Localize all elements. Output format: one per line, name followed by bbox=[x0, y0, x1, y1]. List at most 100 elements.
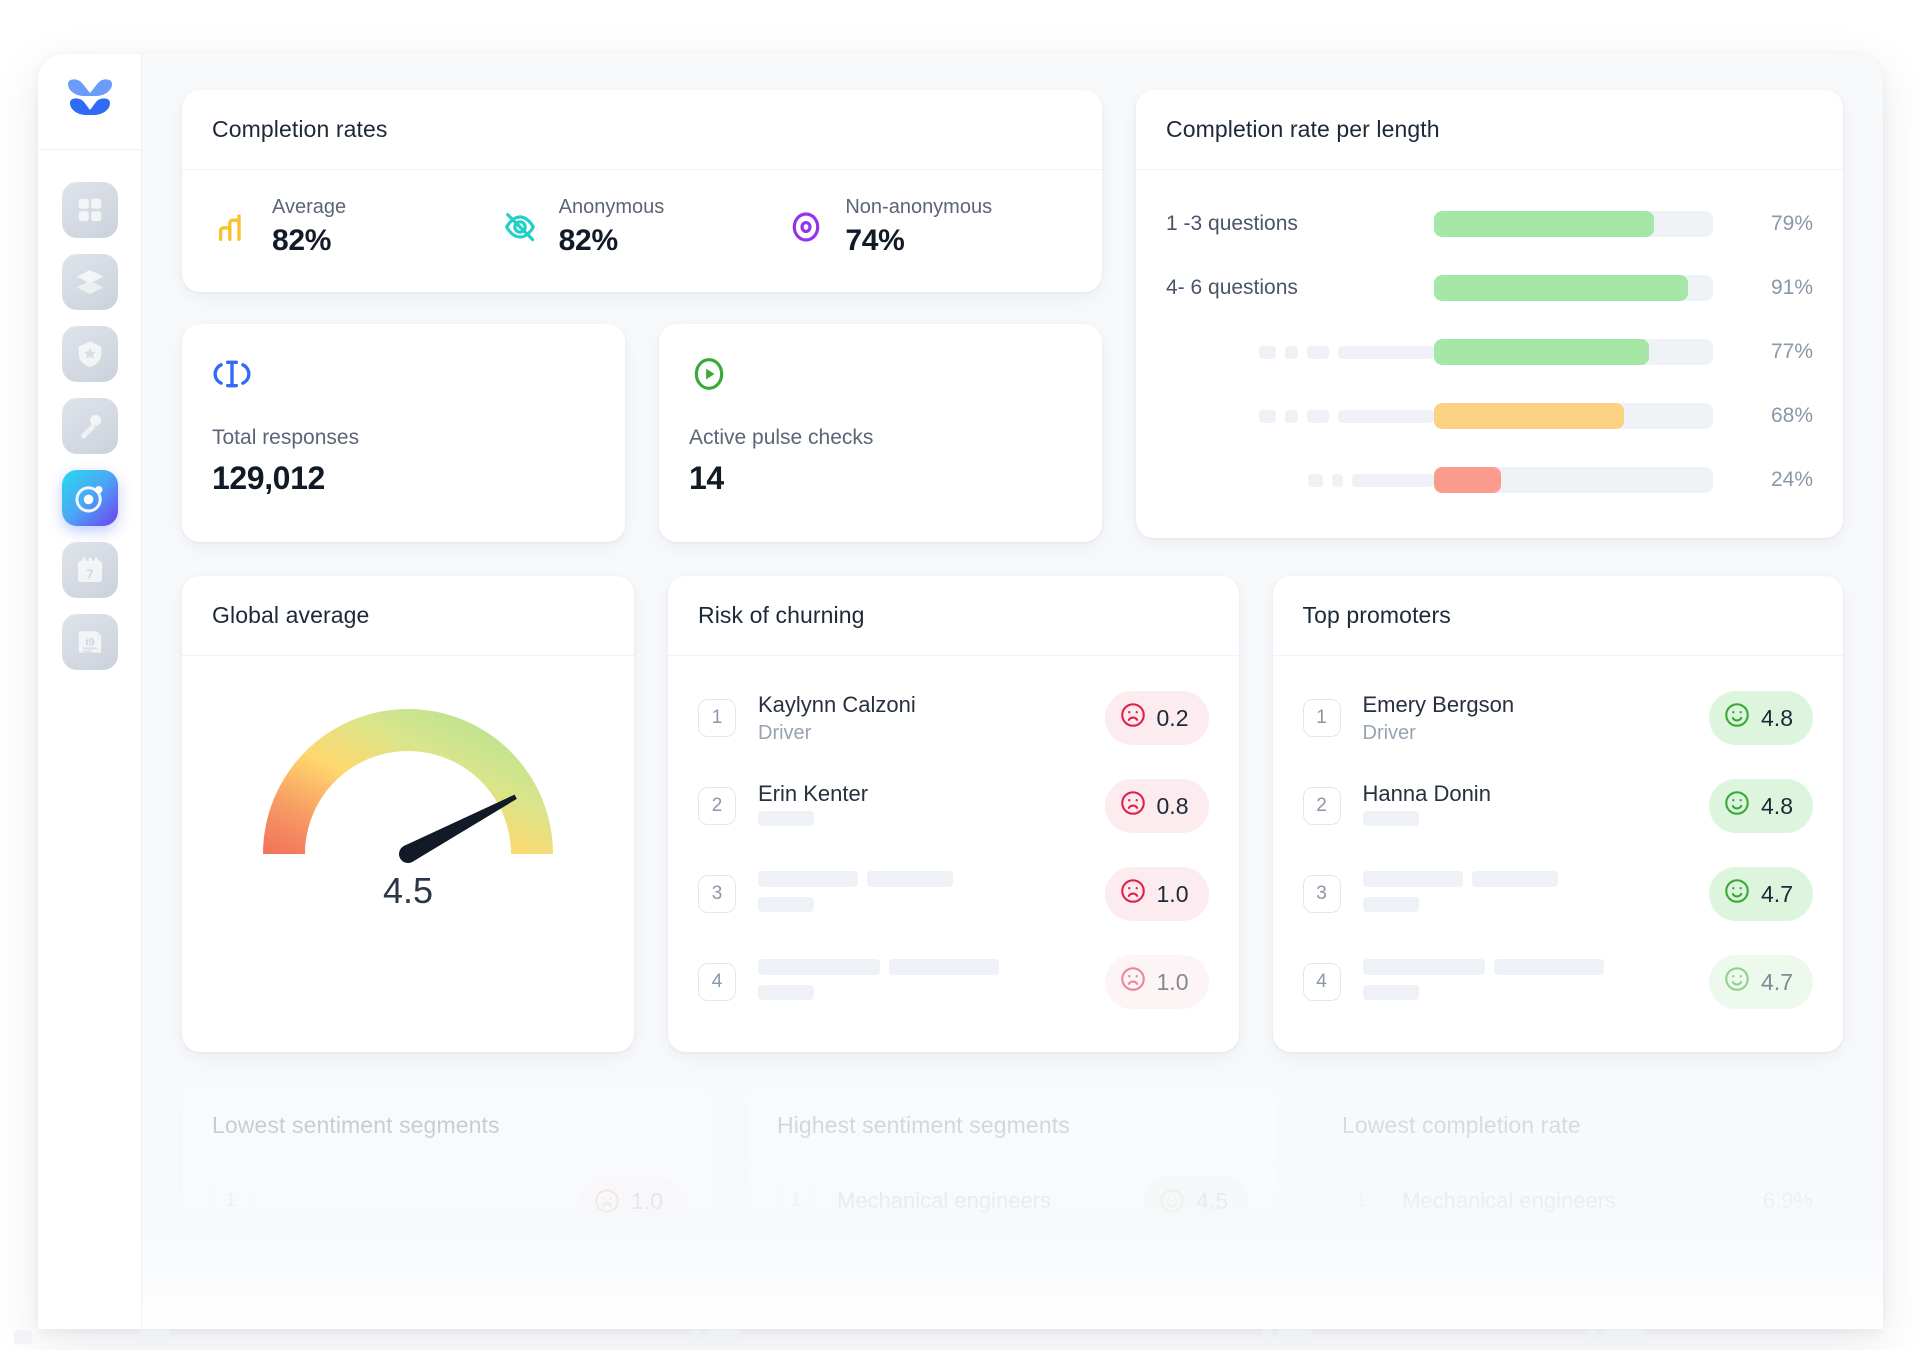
butterfly-logo-icon bbox=[64, 79, 116, 125]
left-column: Completion rates bbox=[182, 90, 1102, 542]
smiley-face-icon bbox=[1723, 701, 1751, 735]
pulse-radar-icon bbox=[73, 481, 107, 515]
sidebar-nav: 7 i9 bbox=[62, 150, 118, 670]
list-item[interactable]: 1Emery BergsonDriver4.8 bbox=[1303, 674, 1814, 762]
list-item[interactable]: 44.7 bbox=[1303, 938, 1814, 1026]
sidebar-item-quality[interactable] bbox=[62, 326, 118, 382]
screenshot-root: 7 i9 bbox=[0, 0, 1921, 1350]
person-name: Emery Bergson bbox=[1363, 692, 1710, 718]
microphone-icon bbox=[75, 411, 105, 441]
sidebar-item-calendar[interactable]: 7 bbox=[62, 542, 118, 598]
scroll-ghost-6 bbox=[1278, 1330, 1312, 1344]
crl-row: 1 -3 questions79% bbox=[1166, 192, 1813, 256]
risk-of-churning-header: Risk of churning bbox=[668, 576, 1239, 656]
bottom-card-header: Highest sentiment segments bbox=[747, 1086, 1278, 1166]
sidebar-item-voice[interactable] bbox=[62, 398, 118, 454]
dashboard-row-2: Total responses 129,012 Active pulse che… bbox=[182, 324, 1102, 542]
crl-percent-label: 24% bbox=[1739, 468, 1813, 492]
list-item[interactable]: 2Erin Kenter0.8 bbox=[698, 762, 1209, 850]
person-name-placeholder bbox=[758, 959, 1105, 975]
crl-progress-track bbox=[1434, 275, 1713, 301]
score-badge: 4.8 bbox=[1709, 691, 1813, 745]
score-value: 1.0 bbox=[1157, 969, 1189, 996]
person-role: Driver bbox=[758, 722, 1105, 745]
bottom-card-header: Lowest completion rate bbox=[1312, 1086, 1843, 1166]
sidebar-item-dashboard[interactable] bbox=[62, 182, 118, 238]
score-value: 4.8 bbox=[1761, 793, 1793, 820]
active-pulse-checks-value: 14 bbox=[689, 460, 1072, 497]
calendar-icon: 7 bbox=[74, 554, 106, 586]
person-info: Kaylynn CalzoniDriver bbox=[758, 692, 1105, 745]
bottom-card-title: Highest sentiment segments bbox=[777, 1112, 1248, 1139]
rank-badge: 4 bbox=[1303, 963, 1341, 1001]
sidebar-item-pulse[interactable] bbox=[62, 470, 118, 526]
completion-rates-title: Completion rates bbox=[212, 116, 1072, 143]
crl-title: Completion rate per length bbox=[1166, 116, 1813, 143]
stat-anonymous-value: 82% bbox=[559, 224, 665, 258]
rank-badge: 4 bbox=[698, 963, 736, 1001]
bottom-card-title: Lowest sentiment segments bbox=[212, 1112, 683, 1139]
crl-progress-track bbox=[1434, 403, 1713, 429]
measure-width-icon bbox=[212, 354, 252, 394]
sad-face-icon bbox=[1119, 701, 1147, 735]
stat-anonymous: Anonymous 82% bbox=[499, 196, 786, 258]
smiley-face-icon bbox=[1723, 877, 1751, 911]
scroll-ghost-8 bbox=[1602, 1330, 1646, 1344]
crl-row: 24% bbox=[1166, 448, 1813, 512]
score-badge: 0.8 bbox=[1105, 779, 1209, 833]
total-responses-value: 129,012 bbox=[212, 460, 595, 497]
crl-progress-fill bbox=[1434, 211, 1654, 237]
list-item[interactable]: 31.0 bbox=[698, 850, 1209, 938]
risk-of-churning-title: Risk of churning bbox=[698, 602, 1209, 629]
app-logo[interactable] bbox=[38, 54, 141, 150]
person-role-placeholder bbox=[758, 985, 814, 1000]
total-responses-card: Total responses 129,012 bbox=[182, 324, 625, 542]
score-badge: 1.0 bbox=[1105, 867, 1209, 921]
bottom-card-row: 1Mechanical engineers6.9% bbox=[1312, 1166, 1843, 1236]
top-promoters-header: Top promoters bbox=[1273, 576, 1844, 656]
score-value: 1.0 bbox=[1157, 881, 1189, 908]
list-item[interactable]: 41.0 bbox=[698, 938, 1209, 1026]
list-item[interactable]: 1Kaylynn CalzoniDriver0.2 bbox=[698, 674, 1209, 762]
scroll-ghost-3 bbox=[690, 1330, 700, 1344]
global-average-card: Global average bbox=[182, 576, 634, 1052]
play-circle-icon bbox=[689, 354, 729, 394]
score-badge: 4.8 bbox=[1709, 779, 1813, 833]
stat-non-anonymous-label: Non-anonymous bbox=[845, 196, 992, 219]
bottom-card-row: 1Mechanical engineers4.5 bbox=[747, 1166, 1278, 1236]
active-pulse-checks-label: Active pulse checks bbox=[689, 426, 1072, 450]
bottom-card: Lowest completion rate 1Mechanical engine… bbox=[1312, 1086, 1843, 1236]
crl-row: 77% bbox=[1166, 320, 1813, 384]
crl-row: 4- 6 questions91% bbox=[1166, 256, 1813, 320]
svg-text:i9: i9 bbox=[85, 637, 95, 649]
bottom-card-row: 11.0 bbox=[182, 1166, 713, 1236]
person-info bbox=[758, 871, 1105, 917]
list-item[interactable]: 2Hanna Donin4.8 bbox=[1303, 762, 1814, 850]
person-info: Emery BergsonDriver bbox=[1363, 692, 1710, 745]
score-badge: 4.7 bbox=[1709, 955, 1813, 1009]
sidebar: 7 i9 bbox=[38, 54, 142, 1329]
crl-progress-track bbox=[1434, 467, 1713, 493]
bottom-card-title: Lowest completion rate bbox=[1342, 1112, 1813, 1139]
crl-progress-track bbox=[1434, 211, 1713, 237]
crl-rows: 1 -3 questions79%4- 6 questions91%77%68%… bbox=[1136, 170, 1843, 538]
gauge-body: 4.5 bbox=[182, 656, 634, 942]
top-promoters-title: Top promoters bbox=[1303, 602, 1814, 629]
rank-badge: 2 bbox=[1303, 787, 1341, 825]
person-name-placeholder bbox=[1363, 959, 1710, 975]
crl-percent-label: 91% bbox=[1739, 276, 1813, 300]
sidebar-item-layers[interactable] bbox=[62, 254, 118, 310]
crl-row-label bbox=[1166, 474, 1434, 487]
rank-badge: 1 bbox=[698, 699, 736, 737]
rank-badge: 3 bbox=[1303, 875, 1341, 913]
crl-row-label: 1 -3 questions bbox=[1166, 212, 1434, 236]
bar-chart-icon bbox=[212, 206, 254, 248]
stat-average-label: Average bbox=[272, 196, 346, 219]
crl-progress-fill bbox=[1434, 339, 1649, 365]
score-value: 4.7 bbox=[1761, 969, 1793, 996]
sidebar-item-i9[interactable]: i9 bbox=[62, 614, 118, 670]
list-item[interactable]: 34.7 bbox=[1303, 850, 1814, 938]
score-badge: 4.7 bbox=[1709, 867, 1813, 921]
person-role-placeholder bbox=[1363, 897, 1419, 912]
scroll-ghost-1 bbox=[14, 1330, 32, 1344]
